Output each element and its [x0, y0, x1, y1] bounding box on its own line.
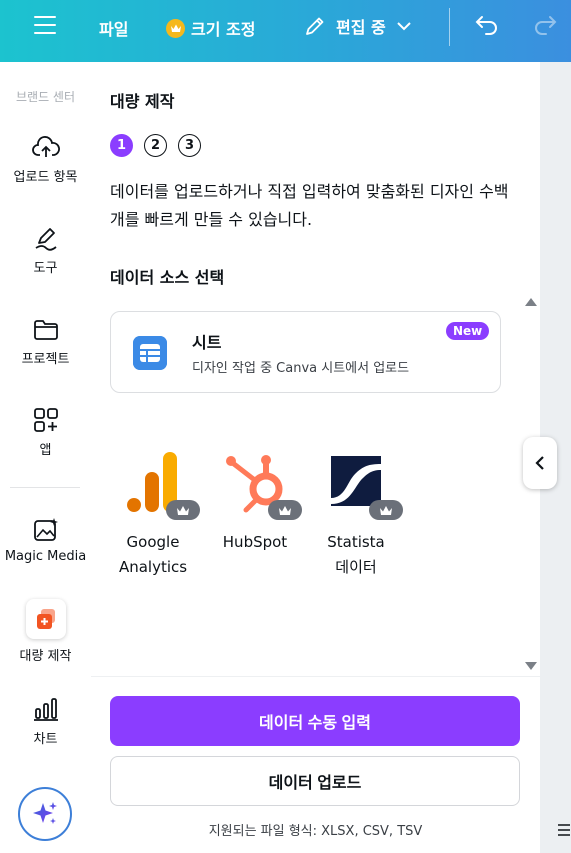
sidebar-item-projects[interactable]: 프로젝트 — [0, 318, 91, 367]
scroll-up-arrow-icon[interactable] — [524, 297, 538, 307]
crown-icon — [166, 18, 185, 38]
sidebar-item-apps[interactable]: 앱 — [0, 407, 91, 458]
step-indicator: 1 2 3 — [110, 134, 201, 157]
apps-grid-icon — [33, 408, 58, 432]
sidebar-item-uploads[interactable]: 업로드 항목 — [0, 136, 91, 185]
brand-center-label: 브랜드 센터 — [15, 90, 75, 104]
pen-tool-icon — [35, 228, 57, 251]
magic-assistant-button[interactable] — [18, 787, 72, 841]
bulk-create-icon — [36, 609, 55, 629]
panel-description: 데이터를 업로드하거나 직접 입력하여 맞춤화된 디자인 수백 개를 빠르게 만… — [110, 182, 509, 229]
editing-mode-dropdown[interactable]: 편집 중 — [304, 14, 412, 38]
sheets-title: 시트 — [192, 333, 222, 352]
integration-label: Statista 데이터 — [306, 530, 406, 580]
step-3: 3 — [178, 134, 201, 157]
google-analytics-source[interactable]: Google Analytics — [103, 448, 203, 580]
sidebar-item-tools[interactable]: 도구 — [0, 227, 91, 276]
new-badge: New — [446, 322, 490, 340]
sidebar-item-label: 앱 — [39, 443, 52, 458]
resize-label: 크기 조정 — [191, 20, 256, 39]
panel-title: 대량 제작 — [110, 92, 175, 111]
pencil-icon — [306, 17, 324, 35]
file-menu[interactable]: 파일 — [99, 16, 128, 40]
integration-label-line1: Google — [126, 533, 180, 551]
integration-label-line1: HubSpot — [222, 533, 288, 551]
statista-logo — [321, 448, 403, 520]
sheets-description: 디자인 작업 중 Canva 시트에서 업로드 — [192, 361, 410, 376]
collapse-panel-button[interactable] — [523, 437, 557, 489]
sheets-source-card[interactable]: 시트 디자인 작업 중 Canva 시트에서 업로드 New — [110, 311, 501, 393]
sidebar-item-label: 업로드 항목 — [13, 170, 78, 185]
undo-icon[interactable] — [474, 14, 500, 36]
integration-label: HubSpot — [205, 530, 305, 555]
hamburger-menu-icon[interactable] — [34, 16, 56, 34]
step-1: 1 — [110, 134, 133, 157]
hubspot-logo — [220, 448, 302, 520]
integration-label-line1: Statista — [327, 533, 385, 551]
step-2: 2 — [144, 134, 167, 157]
upload-data-button[interactable]: 데이터 업로드 — [110, 756, 520, 806]
chevron-left-icon — [535, 456, 544, 470]
top-bar: 파일 크기 조정 편집 중 — [0, 0, 571, 62]
resize-button[interactable]: 크기 조정 — [166, 16, 255, 40]
list-lines-icon — [558, 824, 570, 836]
magic-media-icon — [33, 518, 58, 541]
hubspot-source[interactable]: HubSpot — [205, 448, 305, 555]
sidebar-item-label: 프로젝트 — [21, 352, 70, 367]
sidebar-item-label: 도구 — [33, 261, 58, 276]
bulk-create-active-box — [25, 599, 66, 639]
toolbar-divider — [449, 8, 450, 46]
integration-label-line2: Analytics — [118, 558, 188, 576]
sidebar-item-label: Magic Media — [4, 549, 87, 564]
editing-mode-label: 편집 중 — [336, 18, 386, 37]
sparkle-icon — [33, 802, 57, 824]
premium-crown-icon — [166, 500, 200, 520]
premium-crown-icon — [369, 500, 403, 520]
sidebar-item-label: 차트 — [33, 732, 58, 747]
sheet-grid-icon — [133, 336, 167, 370]
supported-formats-text: 지원되는 파일 형식: XLSX, CSV, TSV — [208, 824, 423, 839]
sidebar-divider — [10, 487, 80, 488]
data-source-heading: 데이터 소스 선택 — [110, 268, 225, 287]
scroll-down-arrow-icon[interactable] — [524, 661, 538, 671]
left-sidebar: 브랜드 센터 업로드 항목 도구 프로젝트 앱 Magic Media 대량 제… — [0, 62, 91, 853]
google-analytics-logo — [118, 448, 200, 520]
folder-icon — [33, 320, 58, 340]
panel-footer-divider — [91, 676, 540, 677]
enter-data-manually-button[interactable]: 데이터 수동 입력 — [110, 696, 520, 746]
integration-label-line2: 데이터 — [335, 558, 377, 576]
bar-chart-icon — [33, 698, 58, 721]
sidebar-item-label: 대량 제작 — [19, 649, 72, 664]
redo-icon[interactable] — [532, 14, 558, 36]
premium-crown-icon — [268, 500, 302, 520]
statista-source[interactable]: Statista 데이터 — [306, 448, 406, 580]
sidebar-item-magic-media[interactable]: Magic Media — [0, 517, 91, 564]
integration-label: Google Analytics — [103, 530, 203, 580]
chevron-down-icon — [397, 22, 411, 31]
sidebar-item-bulk-create[interactable]: 대량 제작 — [0, 599, 91, 664]
bulk-create-panel: 대량 제작 1 2 3 데이터를 업로드하거나 직접 입력하여 맞춤화된 디자인… — [91, 62, 540, 853]
sidebar-item-charts[interactable]: 차트 — [0, 696, 91, 747]
cloud-upload-icon — [31, 136, 60, 157]
